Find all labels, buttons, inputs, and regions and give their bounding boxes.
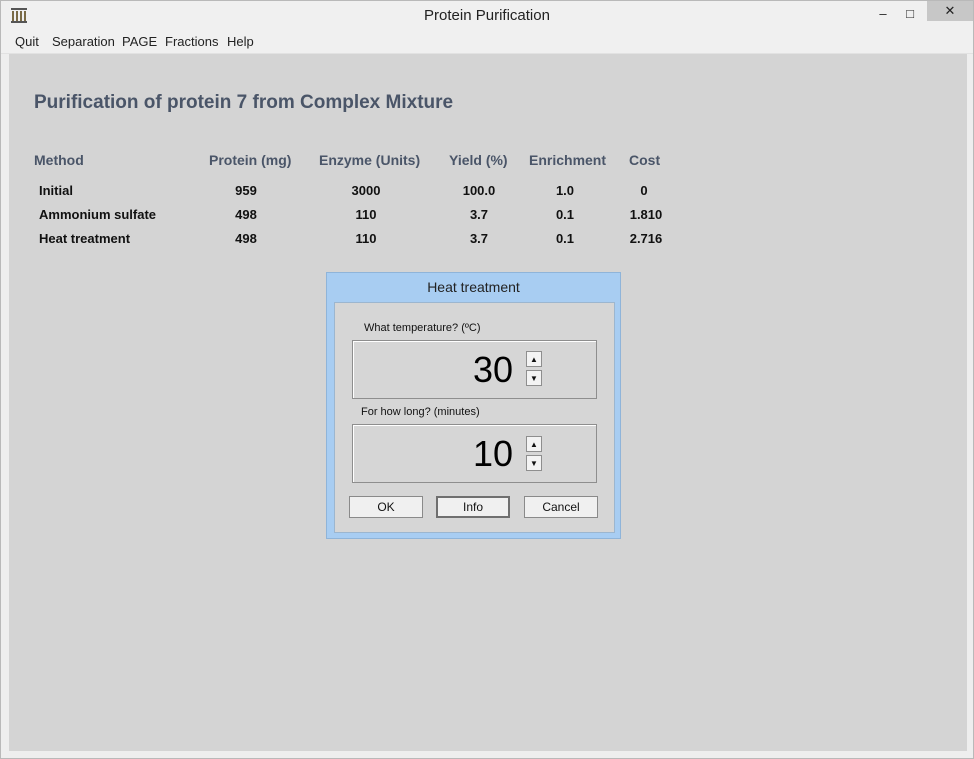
temperature-down-icon[interactable]: ▼ bbox=[526, 370, 542, 386]
temperature-spinner[interactable]: 30 ▲ ▼ bbox=[352, 340, 597, 399]
maximize-icon[interactable]: □ bbox=[896, 1, 924, 25]
duration-value[interactable]: 10 bbox=[413, 433, 513, 475]
cell-method: Heat treatment bbox=[39, 231, 131, 246]
dialog-body: What temperature? (ºC) 30 ▲ ▼ For how lo… bbox=[334, 302, 615, 533]
duration-spinner[interactable]: 10 ▲ ▼ bbox=[352, 424, 597, 483]
cell-cost: 1.810 bbox=[629, 207, 663, 222]
cell-method: Ammonium sulfate bbox=[39, 207, 157, 222]
cell-enrichment: 1.0 bbox=[555, 183, 575, 198]
cell-enzyme: 110 bbox=[355, 207, 377, 222]
cell-enrichment: 0.1 bbox=[555, 231, 575, 246]
main-window: Protein Purification – □ ✕ Quit Separati… bbox=[0, 0, 974, 759]
col-enrichment: Enrichment bbox=[529, 152, 607, 168]
temperature-value[interactable]: 30 bbox=[413, 349, 513, 391]
temperature-label: What temperature? (ºC) bbox=[364, 322, 481, 334]
window-title: Protein Purification bbox=[424, 7, 550, 24]
col-enzyme: Enzyme (Units) bbox=[319, 152, 421, 168]
cell-method: Initial bbox=[39, 183, 73, 198]
cell-yield: 100.0 bbox=[462, 183, 496, 198]
cell-cost: 0 bbox=[640, 183, 648, 198]
cell-yield: 3.7 bbox=[469, 231, 489, 246]
duration-label: For how long? (minutes) bbox=[361, 406, 480, 418]
menu-quit[interactable]: Quit bbox=[15, 34, 39, 49]
menu-help[interactable]: Help bbox=[227, 34, 254, 49]
cell-protein: 498 bbox=[235, 231, 257, 246]
temperature-up-icon[interactable]: ▲ bbox=[526, 351, 542, 367]
ok-button[interactable]: OK bbox=[349, 496, 423, 518]
duration-down-icon[interactable]: ▼ bbox=[526, 455, 542, 471]
cell-enzyme: 3000 bbox=[351, 183, 381, 198]
cancel-button[interactable]: Cancel bbox=[524, 496, 598, 518]
col-yield: Yield (%) bbox=[449, 152, 508, 168]
cell-enrichment: 0.1 bbox=[555, 207, 575, 222]
cell-cost: 2.716 bbox=[629, 231, 663, 246]
close-glyph: ✕ bbox=[944, 3, 956, 18]
dialog-title: Heat treatment bbox=[427, 279, 520, 295]
col-cost: Cost bbox=[629, 152, 661, 168]
col-method: Method bbox=[34, 152, 84, 168]
duration-up-icon[interactable]: ▲ bbox=[526, 436, 542, 452]
cell-protein: 498 bbox=[235, 207, 257, 222]
minimize-icon[interactable]: – bbox=[869, 1, 897, 25]
menu-page[interactable]: PAGE bbox=[122, 34, 157, 49]
cell-protein: 959 bbox=[235, 183, 257, 198]
col-protein: Protein (mg) bbox=[209, 152, 292, 168]
page-title: Purification of protein 7 from Complex M… bbox=[34, 92, 454, 113]
heat-treatment-dialog: Heat treatment What temperature? (ºC) 30… bbox=[326, 272, 621, 539]
menu-fractions[interactable]: Fractions bbox=[165, 34, 218, 49]
cell-enzyme: 110 bbox=[355, 231, 377, 246]
info-button[interactable]: Info bbox=[436, 496, 510, 518]
menu-bar: Quit Separation PAGE Fractions Help bbox=[1, 31, 973, 54]
title-bar: Protein Purification – □ ✕ bbox=[1, 1, 973, 31]
menu-separation[interactable]: Separation bbox=[52, 34, 115, 49]
cell-yield: 3.7 bbox=[469, 207, 489, 222]
close-icon[interactable]: ✕ bbox=[927, 1, 973, 21]
